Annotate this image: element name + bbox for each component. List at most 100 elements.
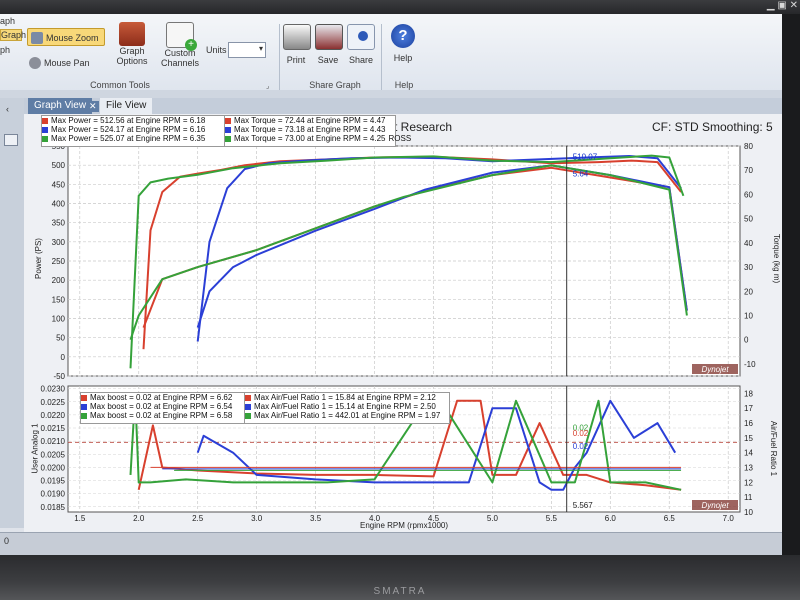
correction-factor-label: CF: STD Smoothing: 5: [652, 120, 773, 134]
legend-text: Max Power = 525.07 at Engine RPM = 6.35: [51, 134, 206, 143]
power-axis-label: Power (PS): [33, 238, 43, 279]
cursor-value-label: 510.07: [573, 152, 598, 161]
legend-text: Max Air/Fuel Ratio 1 = 442.01 at Engine …: [254, 411, 441, 420]
ribbon-divider: [279, 24, 280, 90]
ribbon: aph Graph ph Mouse Zoom Mouse Pan Graph …: [0, 14, 782, 91]
panel-collapse-icon[interactable]: ‹: [6, 104, 9, 114]
chart-svg[interactable]: 1.52.02.53.03.54.04.55.05.56.06.57.05505…: [24, 114, 782, 532]
panel-pin-icon[interactable]: [4, 134, 18, 146]
x-tick-label: 1.5: [74, 514, 86, 523]
power-tick-label: -50: [53, 372, 65, 381]
legend-swatch: [42, 117, 48, 124]
ribbon-divider: [381, 24, 382, 90]
legend-swatch: [225, 117, 231, 124]
x-tick-label: 5.5: [546, 514, 558, 523]
legend-text: Max Torque = 73.00 at Engine RPM = 4.25: [234, 134, 386, 143]
power-tick-label: 150: [52, 295, 66, 304]
ribbon-left-item[interactable]: ph: [0, 45, 22, 55]
ribbon-left-item[interactable]: aph: [0, 16, 22, 26]
afr-tick-label: 13: [744, 464, 753, 473]
user-analog-tick-label: 0.0190: [41, 490, 66, 499]
save-button[interactable]: Save: [315, 24, 343, 65]
afr-tick-label: 12: [744, 478, 753, 487]
graph-options-button[interactable]: Graph Options: [113, 22, 151, 66]
legend-item: Max boost = 0.02 at Engine RPM = 6.62: [81, 393, 245, 402]
tab-bar: Graph View ✕ File View: [24, 98, 782, 114]
mouse-pan-button[interactable]: Mouse Pan: [29, 54, 103, 69]
x-tick-label: 2.5: [192, 514, 204, 523]
graph-options-icon: [119, 22, 145, 46]
power-tick-label: 350: [52, 219, 66, 228]
legend-swatch: [81, 394, 87, 401]
legend-item: Max boost = 0.02 at Engine RPM = 6.54: [81, 402, 245, 411]
mouse-zoom-button[interactable]: Mouse Zoom: [27, 28, 105, 46]
user-analog-tick-label: 0.0205: [41, 450, 66, 459]
torque-tick-label: 60: [744, 190, 753, 199]
legend-swatch: [81, 403, 87, 410]
ribbon-left-item-active[interactable]: Graph: [0, 29, 26, 41]
legend-text: Max boost = 0.02 at Engine RPM = 6.58: [90, 411, 233, 420]
x-tick-label: 5.0: [487, 514, 499, 523]
user-analog-tick-label: 0.0185: [41, 503, 66, 512]
share-button[interactable]: Share: [346, 24, 376, 65]
legend-text: Max boost = 0.02 at Engine RPM = 6.62: [90, 393, 233, 402]
help-button[interactable]: ? Help: [389, 24, 417, 63]
tab-close-icon[interactable]: ✕: [87, 101, 99, 112]
afr-tick-label: 11: [744, 493, 753, 502]
print-button[interactable]: Print: [283, 24, 311, 65]
common-tools-group-label: Common Tools: [90, 80, 150, 90]
dialog-launcher-icon[interactable]: ⌟: [266, 82, 269, 90]
cursor-value-label: 0.02: [573, 429, 589, 438]
power-tick-label: 50: [56, 334, 65, 343]
legend-swatch: [81, 412, 87, 419]
torque-tick-label: 70: [744, 166, 753, 175]
user-analog-axis-label: User Analog 1: [30, 423, 40, 474]
legend-text: Max Torque = 73.18 at Engine RPM = 4.43: [234, 125, 386, 134]
user-analog-tick-label: 0.0215: [41, 424, 66, 433]
afr-tick-label: 16: [744, 419, 753, 428]
hand-icon: [29, 56, 41, 69]
cursor-value-label: 5.64: [573, 170, 589, 179]
x-tick-label: 3.0: [251, 514, 263, 523]
custom-channels-button[interactable]: + Custom Channels: [160, 22, 200, 68]
zoom-icon: [31, 31, 43, 44]
legend-text: Max Power = 524.17 at Engine RPM = 6.16: [51, 125, 206, 134]
mouse-pan-label: Mouse Pan: [44, 57, 90, 68]
afr-tick-label: 17: [744, 404, 753, 413]
power-tick-label: 0: [61, 353, 66, 362]
legend-text: Max Air/Fuel Ratio 1 = 15.84 at Engine R…: [254, 393, 436, 402]
cursor-value-label: 0.02: [573, 442, 589, 451]
plus-icon: +: [185, 39, 197, 51]
ribbon-lower-strip: [0, 90, 782, 98]
share-graph-group-label: Share Graph: [309, 80, 361, 90]
legend-text: Max Torque = 72.44 at Engine RPM = 4.47: [234, 116, 386, 125]
afr-axis-label: Air/Fuel Ratio 1: [769, 420, 779, 477]
units-dropdown[interactable]: ▾: [228, 42, 266, 58]
legend-item: Max Power = 525.07 at Engine RPM = 6.35: [42, 134, 227, 143]
legend-item: Max Torque = 72.44 at Engine RPM = 4.47: [225, 116, 395, 125]
torque-tick-label: 10: [744, 311, 753, 320]
power-tick-label: 250: [52, 257, 66, 266]
legend-item: Max Air/Fuel Ratio 1 = 15.14 at Engine R…: [245, 402, 449, 411]
legend-swatch: [225, 126, 231, 133]
chart-panel: 1.52.02.53.03.54.04.55.05.56.06.57.05505…: [24, 114, 782, 548]
legend-torque: Max Torque = 72.44 at Engine RPM = 4.47 …: [224, 115, 411, 147]
share-label: Share: [348, 55, 374, 65]
print-label: Print: [286, 55, 306, 65]
screen: aph Graph ph Mouse Zoom Mouse Pan Graph …: [0, 14, 782, 555]
legend-afr: Max Air/Fuel Ratio 1 = 15.84 at Engine R…: [244, 392, 450, 424]
torque-tick-label: 50: [744, 215, 753, 224]
mouse-zoom-label: Mouse Zoom: [46, 32, 99, 43]
x-tick-label: 3.5: [310, 514, 322, 523]
afr-tick-label: 14: [744, 449, 753, 458]
legend-text: Max Air/Fuel Ratio 1 = 15.14 at Engine R…: [254, 402, 436, 411]
tab-graph-view[interactable]: Graph View: [28, 98, 93, 114]
chevron-down-icon: ▾: [258, 44, 263, 53]
legend-swatch: [42, 135, 48, 142]
legend-item: Max Power = 524.17 at Engine RPM = 6.16: [42, 125, 227, 134]
status-bar: 0: [0, 532, 782, 555]
window-controls[interactable]: ▁ ▣ ✕: [708, 0, 798, 14]
afr-tick-label: 10: [744, 508, 753, 517]
afr-tick-label: 15: [744, 434, 753, 443]
tab-file-view[interactable]: File View: [100, 98, 153, 114]
